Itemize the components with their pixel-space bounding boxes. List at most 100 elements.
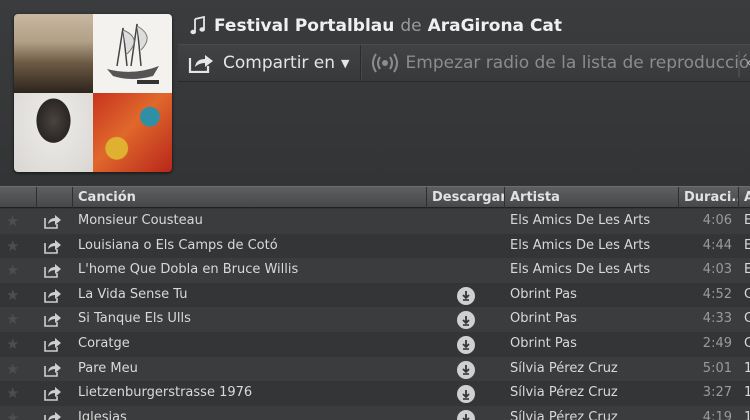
playlist-title-row: Festival Portalblau de AraGirona Cat [190,14,562,38]
music-note-icon [190,16,205,35]
track-row[interactable]: ★ Si Tanque Els Ulls Obrint Pas 4:33 C [0,307,750,332]
playlist-toolbar: Compartir en ▼ Empezar radio de la lista… [178,44,750,82]
track-row[interactable]: ★ La Vida Sense Tu Obrint Pas 4:52 C [0,282,750,308]
playlist-owner-link[interactable]: AraGirona Cat [428,16,562,36]
track-row[interactable]: ★ Coratge Obrint Pas 2:49 C [0,331,750,357]
track-duration: 3:27 [702,385,732,401]
track-artist-link[interactable]: Obrint Pas [510,307,675,332]
chevron-down-icon: ▼ [341,56,350,70]
track-album-link[interactable]: 1 [744,381,750,406]
download-icon[interactable] [457,335,475,354]
column-duration[interactable]: Duraci... [678,187,738,208]
share-icon[interactable] [44,312,64,328]
start-radio-label: Empezar radio de la lista de reproducció… [405,53,750,73]
star-icon[interactable]: ★ [6,381,26,406]
track-row[interactable]: ★ Lietzenburgerstrasse 1976 Sílvia Pérez… [0,381,750,406]
track-artist-link[interactable]: Sílvia Pérez Cruz [510,406,675,420]
share-icon[interactable] [44,239,64,254]
track-title: Si Tanque Els Ulls [78,311,191,327]
cover-tile-2 [93,14,172,93]
playlist-by-label: de [400,16,422,36]
track-duration: 4:19 [702,409,732,420]
track-artist-link[interactable]: Els Amics De Les Arts [510,258,675,283]
playlist-cover-art[interactable] [14,14,172,172]
download-icon[interactable] [457,385,475,404]
track-artist-link[interactable]: Obrint Pas [510,283,675,308]
track-row[interactable]: ★ Iglesias Sílvia Pérez Cruz 4:19 1 [0,405,750,420]
track-artist-link[interactable]: Els Amics De Les Arts [510,209,675,234]
star-icon[interactable]: ★ [6,406,26,420]
share-icon[interactable] [44,411,64,420]
track-album-link[interactable]: 1 [744,406,750,420]
track-title: Coratge [78,335,130,351]
track-title: Louisiana o Els Camps de Cotó [78,237,278,253]
track-duration: 5:01 [702,360,732,376]
star-icon[interactable]: ★ [6,332,26,357]
share-icon[interactable] [44,337,64,352]
share-icon[interactable] [44,362,64,377]
column-song[interactable]: Canción [72,187,426,208]
track-duration: 4:03 [702,262,732,278]
track-duration: 4:06 [702,213,732,228]
column-album[interactable]: A [738,187,750,208]
download-icon[interactable] [457,409,475,420]
star-icon[interactable]: ★ [6,209,26,234]
start-radio-button[interactable]: Empezar radio de la lista de reproducció… [360,45,750,81]
track-album-link[interactable]: C [744,283,750,308]
radio-broadcast-icon [371,53,398,73]
track-artist-link[interactable]: Els Amics De Les Arts [510,234,675,259]
download-icon[interactable] [457,360,475,379]
track-row[interactable]: ★ Monsieur Cousteau Els Amics De Les Art… [0,209,750,234]
track-row[interactable]: ★ Louisiana o Els Camps de Cotó Els Amic… [0,233,750,259]
star-icon[interactable]: ★ [6,307,26,332]
chevron-left-icon[interactable]: ‹ [746,55,750,71]
track-row[interactable]: ★ Pare Meu Sílvia Pérez Cruz 5:01 1 [0,356,750,382]
track-album-link[interactable]: 1 [744,357,750,382]
track-title: Pare Meu [78,360,138,376]
playlist-name: Festival Portalblau [214,16,395,36]
star-icon[interactable]: ★ [6,258,26,283]
share-on-button[interactable]: Compartir en ▼ [178,45,361,81]
track-artist-link[interactable]: Sílvia Pérez Cruz [510,381,675,406]
cover-tile-4 [93,93,172,172]
track-title: L'home Que Dobla en Bruce Willis [78,262,299,278]
track-duration: 4:44 [702,237,732,253]
share-icon[interactable] [44,386,64,401]
share-on-label: Compartir en [223,53,336,73]
track-album-link[interactable]: C [744,307,750,332]
download-icon[interactable] [457,286,475,305]
download-icon[interactable] [457,311,475,330]
share-icon[interactable] [44,263,64,278]
track-row[interactable]: ★ L'home Que Dobla en Bruce Willis Els A… [0,258,750,283]
share-icon [188,55,213,73]
track-album-link[interactable]: C [744,332,750,357]
share-icon[interactable] [44,214,64,229]
track-album-link[interactable]: E [744,234,750,259]
tracklist-header: Canción Descargar Artista Duraci... A [0,186,750,208]
track-title: Iglesias [78,409,127,420]
track-album-link[interactable]: E [744,258,750,283]
track-title: Monsieur Cousteau [78,213,203,228]
track-duration: 4:33 [702,311,732,327]
track-title: La Vida Sense Tu [78,286,188,302]
column-download[interactable]: Descargar [426,187,504,208]
track-artist-link[interactable]: Sílvia Pérez Cruz [510,357,675,382]
track-artist-link[interactable]: Obrint Pas [510,332,675,357]
spotify-playlist-view: Festival Portalblau de AraGirona Cat Com… [0,0,750,420]
cover-tile-1 [14,14,93,93]
star-icon[interactable]: ★ [6,283,26,308]
track-title: Lietzenburgerstrasse 1976 [78,385,253,401]
column-share[interactable] [36,187,72,208]
cover-tile-3 [14,93,93,172]
toolbar-divider [738,51,740,77]
track-album-link[interactable]: E [744,209,750,234]
star-icon[interactable]: ★ [6,357,26,382]
track-duration: 4:52 [702,286,732,302]
tracklist: ★ Monsieur Cousteau Els Amics De Les Art… [0,209,750,420]
share-icon[interactable] [44,288,64,303]
playlist-header: Festival Portalblau de AraGirona Cat Com… [0,0,750,185]
track-duration: 2:49 [702,335,732,351]
star-icon[interactable]: ★ [6,234,26,259]
column-star[interactable] [0,187,36,208]
column-artist[interactable]: Artista [504,187,678,208]
